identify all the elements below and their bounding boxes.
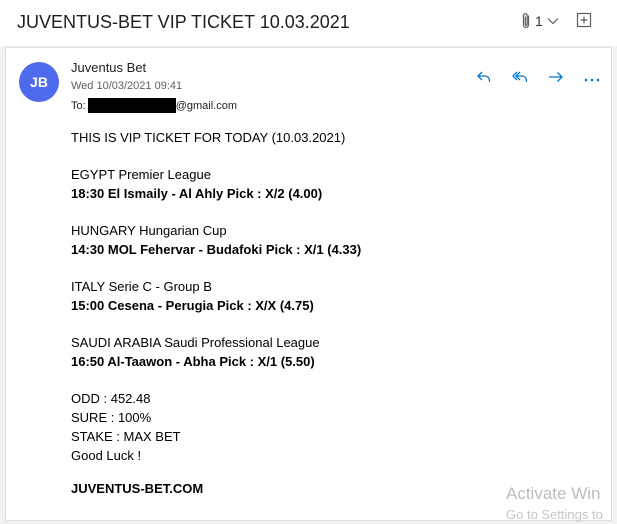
match-league: ITALY Serie C - Group B [71, 279, 212, 294]
match-league: SAUDI ARABIA Saudi Professional League [71, 335, 320, 350]
activation-watermark: Activate Win [506, 484, 601, 503]
forward-icon [547, 69, 565, 90]
closing-line: Good Luck ! [71, 448, 142, 463]
forward-button[interactable] [538, 67, 574, 91]
attachment-count: 1 [535, 13, 543, 29]
match-league: HUNGARY Hungarian Cup [71, 223, 227, 238]
recipient-domain[interactable]: @gmail.com [176, 100, 237, 112]
more-actions-button[interactable] [574, 67, 610, 91]
subject-bar: JUVENTUS-BET VIP TICKET 10.03.2021 1 [0, 0, 617, 46]
chevron-down-icon [547, 17, 559, 25]
reply-all-icon [511, 69, 529, 90]
intro-line: THIS IS VIP TICKET FOR TODAY (10.03.2021… [71, 130, 346, 145]
message-date: Wed 10/03/2021 09:41 [71, 80, 183, 92]
match-pick: 15:00 Cesena - Perugia Pick : X/X (4.75) [71, 298, 314, 313]
match-pick: 14:30 MOL Fehervar - Budafoki Pick : X/1… [71, 242, 362, 257]
popout-icon [576, 12, 592, 32]
redacted-recipient [87, 98, 176, 113]
match-pick: 18:30 El Ismaily - Al Ahly Pick : X/2 (4… [71, 186, 323, 201]
email-subject: JUVENTUS-BET VIP TICKET 10.03.2021 [17, 12, 350, 32]
message-actions [466, 67, 610, 91]
sender-name[interactable]: Juventus Bet [71, 60, 146, 75]
attachments-toggle[interactable]: 1 [521, 12, 559, 30]
odd-line: ODD : 452.48 [71, 391, 151, 406]
recipient-line: To: @gmail.com [71, 98, 237, 113]
stake-line: STAKE : MAX BET [71, 429, 181, 444]
reply-all-button[interactable] [502, 67, 538, 91]
reply-button[interactable] [466, 67, 502, 91]
paperclip-icon [521, 12, 531, 30]
match-pick: 16:50 Al-Taawon - Abha Pick : X/1 (5.50) [71, 354, 315, 369]
activation-watermark-hint: Go to Settings to [506, 507, 603, 522]
message-card: JB Juventus Bet Wed 10/03/2021 09:41 To:… [5, 47, 612, 521]
sure-line: SURE : 100% [71, 410, 152, 425]
more-icon [583, 70, 601, 88]
message-body: THIS IS VIP TICKET FOR TODAY (10.03.2021… [71, 128, 591, 498]
avatar: JB [19, 62, 59, 102]
match-league: EGYPT Premier League [71, 167, 211, 182]
popout-button[interactable] [576, 12, 592, 33]
to-label: To: [71, 99, 86, 112]
reply-icon [476, 69, 492, 90]
signature: JUVENTUS-BET.COM [71, 481, 204, 496]
